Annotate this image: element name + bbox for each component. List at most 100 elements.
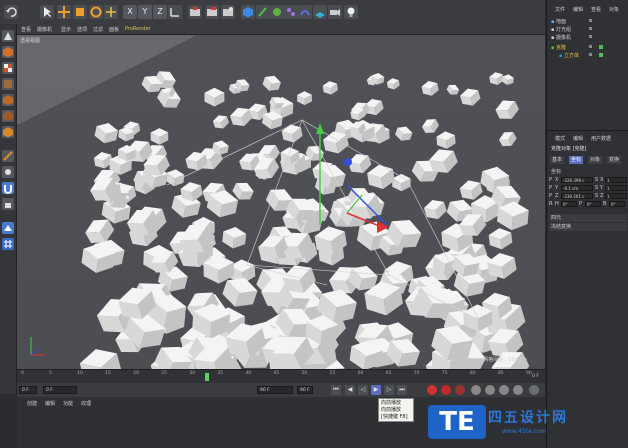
rotation-h-field[interactable]: 0° bbox=[561, 201, 577, 207]
menu-prorender[interactable]: ProRender bbox=[125, 26, 151, 32]
object-row-lights[interactable]: ▪ 灯光组 bbox=[551, 26, 571, 33]
start-frame-field[interactable]: 0 F bbox=[43, 386, 77, 394]
scale-y-label: Y bbox=[600, 185, 604, 191]
attr-tab-object[interactable]: 对象 bbox=[588, 156, 603, 164]
rotation-key-icon[interactable] bbox=[499, 385, 509, 395]
om-menu-view[interactable]: 查看 bbox=[591, 6, 601, 13]
next-frame-icon[interactable]: ▷ bbox=[384, 385, 394, 395]
menu-display[interactable]: 显示 bbox=[61, 26, 71, 33]
light-icon[interactable] bbox=[344, 5, 358, 19]
floor-icon[interactable] bbox=[313, 5, 327, 19]
keyframe-selection-icon[interactable] bbox=[455, 385, 465, 395]
attr-menu-userdata[interactable]: 用户数据 bbox=[591, 135, 611, 142]
attr-tab-coord[interactable]: 坐标 bbox=[569, 156, 584, 164]
points-mode-icon[interactable] bbox=[2, 94, 14, 106]
material-menu-create[interactable]: 创建 bbox=[27, 400, 37, 407]
camera-icon[interactable] bbox=[328, 5, 342, 19]
axis-mode-icon[interactable] bbox=[2, 150, 14, 162]
render-view-icon[interactable] bbox=[188, 5, 202, 19]
object-row-cloner[interactable]: ▪ 克隆 bbox=[551, 44, 566, 51]
object-row-camera[interactable]: ▪ 摄像机 bbox=[551, 34, 571, 41]
render-settings-icon[interactable] bbox=[221, 5, 235, 19]
om-menu-edit[interactable]: 编辑 bbox=[573, 6, 583, 13]
object-row-floor[interactable]: ▪ 地面 bbox=[551, 18, 566, 25]
cloner-icon[interactable] bbox=[284, 5, 298, 19]
position-x-field[interactable]: -226.398 c bbox=[561, 177, 593, 183]
scale-tool-icon[interactable] bbox=[73, 5, 87, 19]
object-name: 克隆 bbox=[555, 45, 566, 51]
texture-mode-icon[interactable] bbox=[2, 62, 14, 74]
watermark-site-name: 四五设计网 bbox=[488, 410, 568, 426]
position-z-field[interactable]: -230.261 c bbox=[561, 193, 593, 199]
end-frame-field[interactable]: 90 F bbox=[257, 386, 293, 394]
model-mode-icon[interactable] bbox=[2, 46, 14, 58]
timeline-settings-icon[interactable] bbox=[529, 385, 539, 395]
position-key-icon[interactable] bbox=[471, 385, 481, 395]
workplane-mode-icon[interactable] bbox=[2, 78, 14, 90]
attr-menu-mode[interactable]: 模式 bbox=[555, 135, 565, 142]
rotation-p-field[interactable]: 0° bbox=[585, 201, 601, 207]
quaternion-section[interactable]: 四元 bbox=[549, 214, 627, 222]
scale-y-field[interactable]: 1 bbox=[605, 185, 627, 191]
object-row-cube[interactable]: ▪ 立方体 bbox=[559, 52, 579, 59]
autokey-icon[interactable] bbox=[441, 385, 451, 395]
menu-panel[interactable]: 面板 bbox=[109, 26, 119, 33]
om-menu-file[interactable]: 文件 bbox=[555, 6, 565, 13]
material-menu-function[interactable]: 功能 bbox=[63, 400, 73, 407]
rotation-b-field[interactable]: 0° bbox=[609, 201, 625, 207]
lock-workplane-icon[interactable] bbox=[2, 198, 14, 210]
menu-filter[interactable]: 过滤 bbox=[93, 26, 103, 33]
position-y-field[interactable]: -0.1 cm bbox=[561, 185, 593, 191]
timeline-tick-label: 25 bbox=[161, 371, 167, 376]
material-menu-edit[interactable]: 编辑 bbox=[45, 400, 55, 407]
scale-x-field[interactable]: 1 bbox=[605, 177, 627, 183]
freeze-transform-section[interactable]: 冻结变换 bbox=[549, 223, 627, 231]
y-axis-toggle[interactable]: Y bbox=[138, 5, 152, 19]
max-frame-field[interactable]: 90 F bbox=[297, 386, 313, 394]
grid-icon[interactable] bbox=[2, 238, 14, 250]
position-x-label: X bbox=[555, 177, 559, 183]
play-forward-icon[interactable]: ▶ bbox=[371, 385, 381, 395]
tweak-mode-icon[interactable] bbox=[2, 166, 14, 178]
scale-key-icon[interactable] bbox=[485, 385, 495, 395]
menu-view[interactable]: 查看 bbox=[21, 26, 31, 33]
timeline-ruler[interactable]: 0 5 10 15 20 25 30 35 40 45 50 55 60 65 70 75 80 85 90 0 F bbox=[17, 369, 545, 384]
previous-key-icon[interactable]: ◀ bbox=[345, 385, 355, 395]
go-to-end-icon[interactable]: ⏭ bbox=[397, 385, 407, 395]
make-editable-icon[interactable] bbox=[2, 30, 14, 42]
snap-icon[interactable] bbox=[2, 182, 14, 194]
undo-icon[interactable] bbox=[4, 5, 18, 19]
om-menu-object[interactable]: 对象 bbox=[609, 6, 619, 13]
material-menu-texture[interactable]: 纹理 bbox=[81, 400, 91, 407]
spline-pen-icon[interactable] bbox=[256, 5, 270, 19]
scale-label: S bbox=[595, 177, 599, 183]
render-picture-viewer-icon[interactable] bbox=[205, 5, 219, 19]
z-axis-toggle[interactable]: Z bbox=[153, 5, 167, 19]
attr-tab-basic[interactable]: 基本 bbox=[550, 156, 565, 164]
perspective-viewport[interactable]: 透视视图 网格间距：100 cm bbox=[17, 35, 545, 369]
move-tool-icon[interactable] bbox=[57, 5, 71, 19]
attr-object-title: 克隆对象 [克隆] bbox=[551, 146, 587, 152]
record-keys-icon[interactable] bbox=[427, 385, 437, 395]
go-to-start-icon[interactable]: ⏮ bbox=[331, 385, 341, 395]
scale-z-field[interactable]: 1 bbox=[605, 193, 627, 199]
menu-options[interactable]: 选项 bbox=[77, 26, 87, 33]
transform-tool-icon[interactable] bbox=[104, 5, 118, 19]
rotate-tool-icon[interactable] bbox=[89, 5, 103, 19]
solo-icon[interactable] bbox=[2, 222, 14, 234]
current-frame-field[interactable]: 0 F bbox=[19, 386, 37, 394]
x-axis-toggle[interactable]: X bbox=[123, 5, 137, 19]
attr-menu-edit[interactable]: 编辑 bbox=[573, 135, 583, 142]
subdivision-surface-icon[interactable] bbox=[270, 5, 284, 19]
select-arrow-icon[interactable] bbox=[40, 5, 54, 19]
menu-camera[interactable]: 摄像机 bbox=[37, 26, 52, 33]
deformer-icon[interactable] bbox=[298, 5, 312, 19]
edges-mode-icon[interactable] bbox=[2, 110, 14, 122]
cube-primitive-icon[interactable] bbox=[241, 5, 255, 19]
previous-frame-icon[interactable]: ◁ bbox=[358, 385, 368, 395]
attr-tab-transform[interactable]: 变换 bbox=[607, 156, 622, 164]
coordinate-system-icon[interactable] bbox=[168, 5, 182, 19]
parameter-key-icon[interactable] bbox=[513, 385, 523, 395]
polygons-mode-icon[interactable] bbox=[2, 126, 14, 138]
playhead-marker[interactable] bbox=[205, 373, 209, 381]
